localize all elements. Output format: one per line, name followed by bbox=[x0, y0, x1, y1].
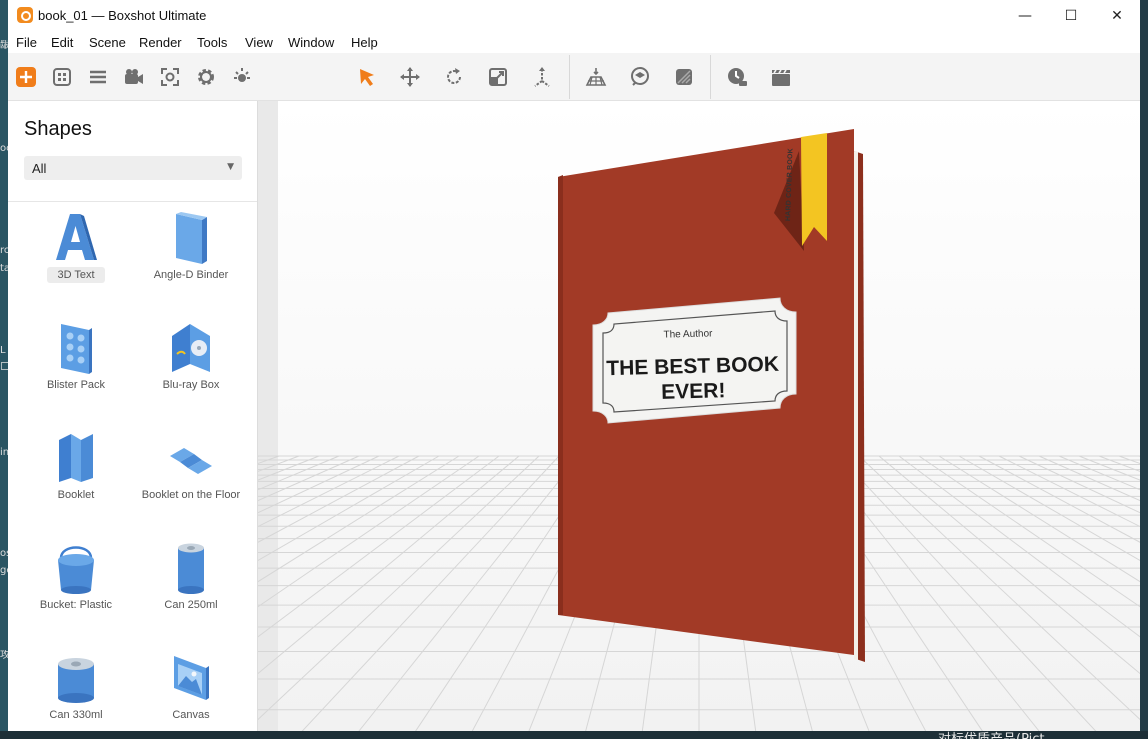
shape-item-can-250ml[interactable]: Can 250ml bbox=[136, 542, 246, 642]
desktop-label-fragment: ta bbox=[0, 263, 8, 274]
shape-label: Can 250ml bbox=[164, 599, 218, 611]
panel-divider bbox=[8, 201, 257, 202]
desktop-label-fragment: in bbox=[0, 447, 8, 458]
menu-file[interactable]: File bbox=[16, 35, 37, 50]
shape-item-3d-text[interactable]: 3D Text bbox=[21, 212, 131, 312]
desktop-label-fragment: 龈 bbox=[0, 40, 8, 51]
can-330-icon bbox=[58, 658, 94, 703]
title-bar[interactable]: book_01 — Boxshot Ultimate — ☐ ✕ bbox=[8, 0, 1140, 31]
move-icon[interactable] bbox=[399, 66, 421, 88]
render-clock-icon[interactable] bbox=[726, 66, 748, 88]
chevron-down-icon: ▼ bbox=[227, 162, 234, 172]
desktop-label-fragment: 对标优质产品(Pict bbox=[938, 731, 1044, 739]
shape-item-booklet-on-the-floor[interactable]: Booklet on the Floor bbox=[136, 432, 246, 532]
desktop-label-fragment: os bbox=[0, 548, 8, 559]
can-250-icon bbox=[178, 543, 204, 594]
shape-label: 3D Text bbox=[47, 267, 105, 283]
desktop-label-fragment: 匚 bbox=[0, 362, 8, 373]
shape-item-angle-d-binder[interactable]: Angle-D Binder bbox=[136, 212, 246, 312]
3d-text-icon bbox=[56, 214, 97, 260]
menu-edit[interactable]: Edit bbox=[51, 35, 73, 50]
animation-clapper-icon[interactable] bbox=[770, 66, 792, 88]
grid-view-icon[interactable] bbox=[51, 66, 73, 88]
toolbar-separator bbox=[569, 55, 570, 99]
menu-bar: File Edit Scene Render Tools View Window… bbox=[8, 31, 1140, 53]
desktop-label-fragment: ge bbox=[0, 565, 8, 576]
shape-label: Booklet on the Floor bbox=[141, 489, 241, 501]
close-button[interactable]: ✕ bbox=[1094, 0, 1140, 31]
minimize-button[interactable]: — bbox=[1002, 0, 1048, 31]
shape-item-booklet[interactable]: Booklet bbox=[21, 432, 131, 532]
binder-icon bbox=[176, 212, 207, 264]
panel-title: Shapes bbox=[24, 118, 92, 140]
shape-item-bucket-plastic[interactable]: Bucket: Plastic bbox=[21, 542, 131, 642]
toolbar-separator bbox=[710, 55, 711, 99]
scene-canvas bbox=[258, 101, 1140, 731]
bluray-box-icon bbox=[172, 324, 210, 372]
desktop-background-left: 龈 oc rc ta L 匚 in os ge 攻 bbox=[0, 0, 8, 739]
app-window: book_01 — Boxshot Ultimate — ☐ ✕ File Ed… bbox=[8, 0, 1140, 731]
shape-label: Angle-D Binder bbox=[153, 269, 229, 281]
shape-item-bluray-box[interactable]: Blu-ray Box bbox=[136, 322, 246, 422]
menu-window[interactable]: Window bbox=[288, 35, 334, 50]
rotate-icon[interactable] bbox=[443, 66, 465, 88]
shape-label: Blu-ray Box bbox=[162, 379, 220, 391]
menu-tools[interactable]: Tools bbox=[197, 35, 227, 50]
book-title-text: THE BEST BOOK EVER! bbox=[606, 352, 780, 404]
menu-scene[interactable]: Scene bbox=[89, 35, 126, 50]
light-sun-icon[interactable] bbox=[231, 66, 253, 88]
scale-icon[interactable] bbox=[487, 66, 509, 88]
window-title: book_01 — Boxshot Ultimate bbox=[38, 8, 207, 23]
menu-view[interactable]: View bbox=[245, 35, 273, 50]
environment-icon[interactable] bbox=[629, 66, 651, 88]
booklet-icon bbox=[59, 434, 93, 482]
focus-icon[interactable] bbox=[159, 66, 181, 88]
shape-label: Can 330ml bbox=[49, 709, 103, 721]
desktop-label-fragment: rc bbox=[0, 245, 8, 256]
desktop-background-bottom: 对标优质产品(Pict bbox=[0, 731, 1148, 739]
booklet-floor-icon bbox=[170, 448, 212, 474]
desktop-background-right bbox=[1140, 0, 1148, 739]
shape-label: Booklet bbox=[57, 489, 95, 501]
desktop-label-fragment: oc bbox=[0, 143, 8, 154]
3d-viewport[interactable]: The Author THE BEST BOOK EVER! HARD COVE… bbox=[258, 101, 1140, 731]
maximize-button[interactable]: ☐ bbox=[1048, 0, 1094, 31]
desktop-label-fragment: 攻 bbox=[0, 650, 8, 661]
list-icon[interactable] bbox=[87, 66, 109, 88]
material-icon[interactable] bbox=[673, 66, 695, 88]
shape-item-blister-pack[interactable]: Blister Pack bbox=[21, 322, 131, 422]
camera-icon[interactable] bbox=[123, 66, 145, 88]
shape-label: Canvas bbox=[172, 709, 210, 721]
shapes-panel: Shapes All ▼ 3D Text Angle-D Binder Blis… bbox=[8, 101, 258, 731]
menu-help[interactable]: Help bbox=[351, 35, 378, 50]
menu-render[interactable]: Render bbox=[139, 35, 182, 50]
bucket-icon bbox=[58, 546, 94, 594]
shape-category-select[interactable]: All ▼ bbox=[24, 156, 242, 180]
floor-icon[interactable] bbox=[585, 66, 607, 88]
shape-item-can-330ml[interactable]: Can 330ml bbox=[21, 652, 131, 731]
toolbar bbox=[8, 53, 1140, 101]
settings-gear-icon[interactable] bbox=[195, 66, 217, 88]
app-logo-icon bbox=[17, 7, 33, 23]
shape-label: Bucket: Plastic bbox=[39, 599, 113, 611]
pivot-icon[interactable] bbox=[531, 66, 553, 88]
select-arrow-icon[interactable] bbox=[356, 66, 378, 88]
shape-item-canvas[interactable]: Canvas bbox=[136, 652, 246, 731]
blister-pack-icon bbox=[61, 324, 92, 374]
desktop-label-fragment: L bbox=[0, 345, 6, 356]
shape-label: Blister Pack bbox=[46, 379, 106, 391]
canvas-icon bbox=[174, 656, 209, 700]
shape-category-value: All bbox=[32, 161, 47, 176]
add-shape-icon[interactable] bbox=[15, 66, 37, 88]
